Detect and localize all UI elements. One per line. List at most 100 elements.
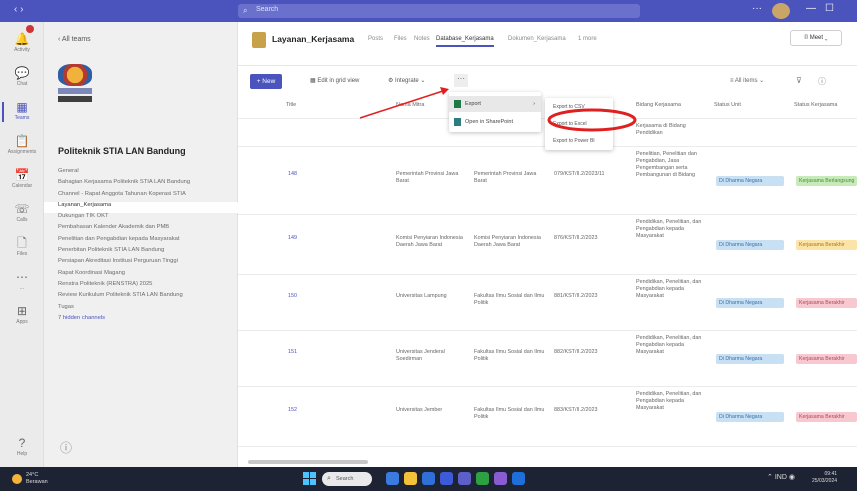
store-icon[interactable] <box>440 472 453 485</box>
submenu-item-export-to-excel[interactable]: Export to Excel <box>545 116 613 133</box>
all-teams-label: All teams <box>61 36 91 43</box>
meet-button[interactable]: ⌷ Meet ⌄ <box>790 30 842 46</box>
column-header[interactable]: Status Kerjasama <box>794 102 837 108</box>
edge-icon[interactable] <box>422 472 435 485</box>
view-selector[interactable]: ≡ All items ⌄ <box>730 77 764 84</box>
cell-nomor: 876/KST/II.2/2023 <box>554 235 598 241</box>
search-placeholder: Search <box>256 6 279 13</box>
cell-num[interactable]: 148 <box>288 171 318 178</box>
menu-item-open-in-sharepoint[interactable]: Open in SharePoint <box>449 114 541 130</box>
more-actions-button[interactable]: ··· <box>454 74 468 87</box>
all-teams-link[interactable]: ‹ All teams <box>58 36 91 43</box>
cell-mitra2: Komisi Penyiaran Indonesia Daerah Jawa B… <box>474 235 541 248</box>
global-search-input[interactable]: ⌕ Search <box>238 4 640 18</box>
back-forward-icon[interactable]: ‹ › <box>14 4 23 15</box>
export-submenu: Export to CSV Export to Excel Export to Po… <box>545 98 613 150</box>
submenu-item-export-to-power-bi[interactable]: Export to Power BI <box>545 133 613 150</box>
start-button[interactable] <box>303 472 316 485</box>
tab-1-more[interactable]: 1 more <box>578 36 597 42</box>
rail-item-label: Assignments <box>7 149 37 155</box>
teams-taskbar-icon[interactable] <box>458 472 471 485</box>
cell-num[interactable]: 150 <box>288 293 318 300</box>
taskbar-search[interactable]: ⌕ Search <box>322 472 372 486</box>
rail-item-files[interactable]: 🗋 Files <box>0 232 44 266</box>
column-header[interactable]: Status Unit <box>714 102 741 108</box>
help-icon[interactable]: ⓘ <box>51 439 81 456</box>
channel-item[interactable]: Channel - Rapat Anggota Tahunan Koperasi… <box>58 191 234 202</box>
channel-item[interactable]: Bahagian Kerjasama Politeknik STIA LAN B… <box>58 179 234 190</box>
channel-item[interactable]: Penerbitan Politeknik STIA LAN Bandung <box>58 247 234 258</box>
team-logo <box>58 64 92 106</box>
channel-item[interactable]: Dukungan TIK OKT <box>58 213 234 224</box>
info-icon[interactable]: ⓘ <box>818 76 826 87</box>
tab-posts[interactable]: Posts <box>368 36 383 42</box>
integrate-button[interactable]: ⚙ Integrate ⌄ <box>388 77 425 84</box>
filter-icon[interactable]: ⊽ <box>796 76 802 85</box>
task-view-icon[interactable] <box>386 472 399 485</box>
channel-item[interactable]: Persiapan Akreditasi Institusi Perguruan… <box>58 258 234 269</box>
clock-date: 25/03/2024 <box>812 478 838 484</box>
cell-num[interactable]: 151 <box>288 349 318 356</box>
file-explorer-icon[interactable] <box>404 472 417 485</box>
system-tray[interactable]: ⌃ IND ◉ <box>767 473 795 481</box>
cell-mitra1: Pemerintah Provinsi Jawa Barat <box>396 171 459 184</box>
cell-mitra2: Pemerintah Provinsi Jawa Barat <box>474 171 537 184</box>
rail-item-chat[interactable]: 💬 Chat <box>0 62 44 96</box>
weather-temp: 24°C <box>26 472 39 478</box>
channel-item[interactable]: Pembahasan Kalender Akademik dan PMB <box>58 224 234 235</box>
rail-item-teams[interactable]: ▦ Teams <box>0 96 44 130</box>
channel-item[interactable]: Penelitian dan Pengabdian kepada Masyara… <box>58 236 234 247</box>
status-kerjasama-badge: Kerjasama Berakhir <box>796 298 857 308</box>
menu-item-export[interactable]: Export › <box>449 96 541 112</box>
edit-grid-label: Edit in grid view <box>317 78 360 84</box>
cell-num[interactable]: 152 <box>288 407 318 414</box>
horizontal-scrollbar[interactable] <box>248 460 368 464</box>
view-selector-label: All items <box>734 78 758 84</box>
new-button[interactable]: + New <box>250 74 282 89</box>
table-row[interactable]: 151 Universitas Jenderal Soedirman Fakulta… <box>238 330 857 386</box>
edit-grid-button[interactable]: ▦ Edit in grid view <box>310 77 359 84</box>
table-row[interactable]: 148 Pemerintah Provinsi Jawa Barat Pemerin… <box>238 146 857 214</box>
table-row[interactable]: 153PT. PegadaianPT. Pegadaian <box>238 446 857 454</box>
column-header[interactable]: Title <box>286 102 296 108</box>
table-row[interactable]: 150 Universitas Lampung Fakultas Ilmu Sosi… <box>238 274 857 330</box>
clock[interactable]: 09:41 25/03/2024 <box>812 471 837 485</box>
rail-item-apps[interactable]: ⊞ Apps <box>0 300 44 334</box>
rail-item-calendar[interactable]: 📅 Calendar <box>0 164 44 198</box>
cell-num[interactable]: 149 <box>288 235 318 242</box>
minimize-icon[interactable]: — <box>806 3 816 14</box>
rail-item-help[interactable]: ? Help <box>0 432 44 466</box>
tab-database-kerjasama[interactable]: Database_Kerjasama <box>436 36 494 47</box>
tab-notes[interactable]: Notes <box>414 36 430 42</box>
more-options-icon[interactable]: ··· <box>752 3 762 14</box>
submenu-item-export-to-csv[interactable]: Export to CSV <box>545 99 613 116</box>
rail-item-activity[interactable]: 🔔 Activity <box>0 28 44 62</box>
rail-item-[interactable]: ⋯... <box>0 266 44 300</box>
app-icon[interactable] <box>494 472 507 485</box>
channel-item[interactable]: Rapat Koordinasi Magang <box>58 270 234 281</box>
channel-item[interactable]: 7 hidden channels <box>58 315 234 326</box>
channel-item[interactable]: General <box>58 168 234 179</box>
channel-item[interactable]: Review Kurikulum Politeknik STIA LAN Ban… <box>58 292 234 303</box>
calendar-icon: 📅 <box>14 168 30 182</box>
rail-item-assignments[interactable]: 📋 Assignments <box>0 130 44 164</box>
clock-time: 09:41 <box>824 471 838 477</box>
channel-item[interactable]: Tugas <box>58 304 234 315</box>
status-unit-badge: Di Dharma Negara <box>716 240 784 250</box>
table-row[interactable]: 152 Universitas Jember Fakultas Ilmu Sosia… <box>238 386 857 446</box>
tab-files[interactable]: Files <box>394 36 407 42</box>
channel-item[interactable]: Layanan_Kerjasama <box>44 201 238 214</box>
avatar[interactable] <box>772 3 790 19</box>
maximize-icon[interactable]: ☐ <box>825 3 834 14</box>
table-row[interactable]: 149 Komisi Penyiaran Indonesia Daerah Jaw… <box>238 214 857 274</box>
column-header[interactable]: Nama Mitra <box>396 102 424 108</box>
tab-dokumen-kerjasama[interactable]: Dokumen_Kerjasama <box>508 36 566 42</box>
column-header[interactable]: Bidang Kerjasama <box>636 102 681 108</box>
chrome-icon[interactable] <box>476 472 489 485</box>
weather-widget[interactable]: 24°C Berawan <box>12 471 52 487</box>
outlook-icon[interactable] <box>512 472 525 485</box>
channel-panel: ‹ All teams Politeknik STIA LAN Bandung … <box>44 22 273 467</box>
channel-item[interactable]: Renstra Politeknik (RENSTRA) 2025 <box>58 281 234 292</box>
status-kerjasama-badge: Kerjasama Berakhir <box>796 240 857 250</box>
rail-item-calls[interactable]: ☏ Calls <box>0 198 44 232</box>
